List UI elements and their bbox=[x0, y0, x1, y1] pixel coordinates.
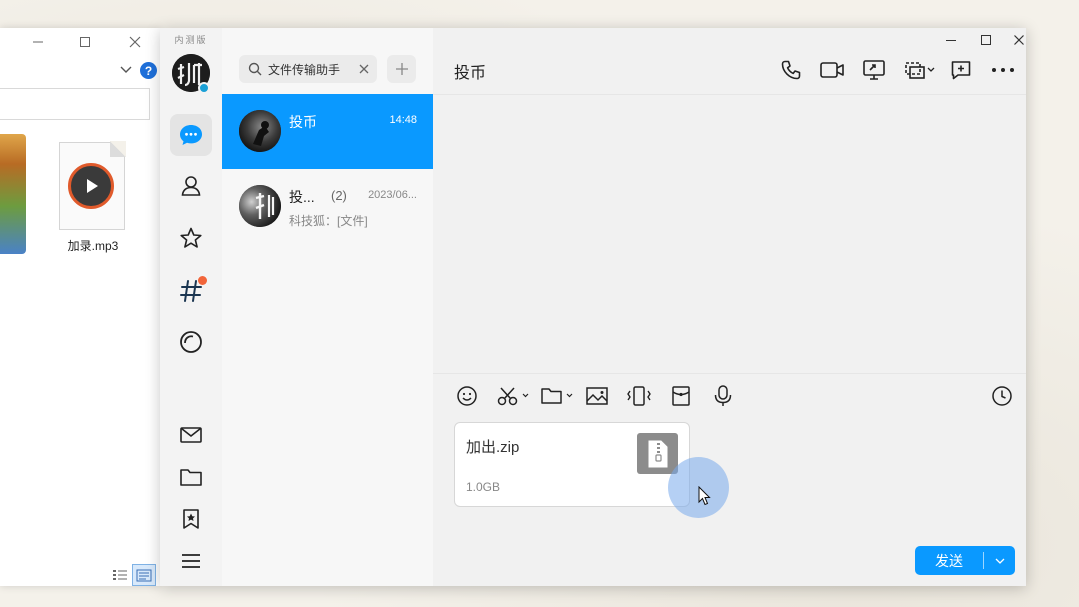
search-value: 文件传输助手 bbox=[268, 62, 341, 77]
history-clock-icon[interactable] bbox=[990, 383, 1014, 409]
maximize-icon[interactable] bbox=[74, 34, 96, 50]
send-options-dropdown[interactable] bbox=[984, 546, 1015, 575]
chat-list-item[interactable]: 投币 14:48 bbox=[222, 94, 433, 169]
large-icons-view-icon[interactable] bbox=[132, 564, 156, 586]
qq-window: 内测版 文件传输助手 投币 14:48 投... (2) 2023/06... … bbox=[160, 28, 1026, 586]
screenshot-icon[interactable] bbox=[496, 383, 532, 409]
file-size: 1.0GB bbox=[466, 480, 501, 494]
send-button[interactable]: 发送 bbox=[915, 546, 983, 575]
chat-name: 投... bbox=[289, 189, 315, 205]
file-name-label: 加录.mp3 bbox=[67, 239, 119, 253]
voice-call-icon[interactable] bbox=[778, 58, 804, 82]
contacts-icon[interactable] bbox=[170, 165, 212, 207]
screen-share-icon[interactable] bbox=[861, 58, 887, 82]
more-icon[interactable] bbox=[990, 58, 1016, 82]
minimize-icon[interactable] bbox=[941, 32, 961, 48]
details-view-icon[interactable] bbox=[112, 568, 128, 582]
remote-assist-icon[interactable] bbox=[903, 58, 937, 82]
add-button[interactable] bbox=[387, 55, 416, 83]
notification-badge bbox=[198, 276, 207, 285]
chat-avatar bbox=[239, 185, 281, 227]
mouse-pointer-icon bbox=[697, 486, 711, 506]
shake-icon[interactable] bbox=[626, 383, 652, 409]
image-icon[interactable] bbox=[585, 383, 609, 409]
favorites-icon[interactable] bbox=[170, 217, 212, 259]
video-call-icon[interactable] bbox=[819, 58, 845, 82]
mail-icon[interactable] bbox=[170, 414, 212, 456]
clear-icon[interactable] bbox=[357, 62, 371, 76]
menu-icon[interactable] bbox=[170, 540, 212, 582]
chat-name: 投币 bbox=[289, 114, 317, 130]
send-button-group: 发送 bbox=[915, 546, 1015, 575]
conversation-panel: 投币 加出.zip 1.0GB 发送 bbox=[433, 28, 1026, 586]
file-explorer-window: ? 加录.mp3 bbox=[0, 28, 160, 586]
chat-title: 投币 bbox=[454, 65, 487, 82]
unread-count: (2) bbox=[331, 188, 347, 203]
bookmark-icon[interactable] bbox=[170, 498, 212, 540]
maximize-icon[interactable] bbox=[976, 32, 996, 48]
file-attachment-card[interactable]: 加出.zip 1.0GB bbox=[454, 422, 690, 507]
search-input[interactable]: 文件传输助手 bbox=[239, 55, 377, 83]
page-fold-corner bbox=[110, 141, 126, 157]
zone-icon[interactable] bbox=[170, 321, 212, 363]
close-icon[interactable] bbox=[1009, 32, 1029, 48]
chat-avatar bbox=[239, 110, 281, 152]
red-packet-icon[interactable] bbox=[669, 383, 693, 409]
chat-list-item[interactable]: 投... (2) 2023/06... 科技狐：[文件] bbox=[222, 169, 433, 244]
messages-icon[interactable] bbox=[170, 114, 212, 156]
archive-file-thumbnail[interactable] bbox=[0, 134, 26, 254]
file-name: 加出.zip bbox=[466, 439, 520, 456]
chat-list-panel: 文件传输助手 投币 14:48 投... (2) 2023/06... 科技狐：… bbox=[222, 28, 433, 586]
chat-time: 2023/06... bbox=[368, 189, 417, 201]
nav-sidebar: 内测版 bbox=[160, 28, 222, 586]
chevron-down-icon[interactable] bbox=[118, 63, 134, 77]
search-icon bbox=[248, 62, 262, 76]
add-chat-icon[interactable] bbox=[948, 58, 974, 82]
header-divider bbox=[433, 94, 1026, 95]
minimize-icon[interactable] bbox=[27, 34, 49, 50]
online-status-dot bbox=[198, 82, 210, 94]
plus-icon bbox=[395, 63, 408, 75]
composer-divider bbox=[433, 373, 1026, 374]
beta-label: 内测版 bbox=[174, 35, 208, 45]
chat-preview: 科技狐：[文件] bbox=[289, 214, 368, 228]
send-file-icon[interactable] bbox=[540, 383, 576, 409]
play-icon bbox=[68, 163, 114, 209]
voice-message-icon[interactable] bbox=[711, 383, 735, 409]
emoji-icon[interactable] bbox=[455, 383, 479, 409]
chat-time: 14:48 bbox=[389, 114, 417, 126]
chevron-down-icon bbox=[995, 558, 1004, 564]
zip-file-icon bbox=[637, 433, 678, 474]
folder-icon[interactable] bbox=[170, 456, 212, 498]
help-icon[interactable]: ? bbox=[140, 62, 157, 79]
mp3-file-thumbnail[interactable] bbox=[59, 141, 126, 230]
address-bar[interactable] bbox=[0, 88, 150, 120]
channels-icon[interactable] bbox=[170, 270, 212, 312]
close-icon[interactable] bbox=[124, 34, 146, 50]
